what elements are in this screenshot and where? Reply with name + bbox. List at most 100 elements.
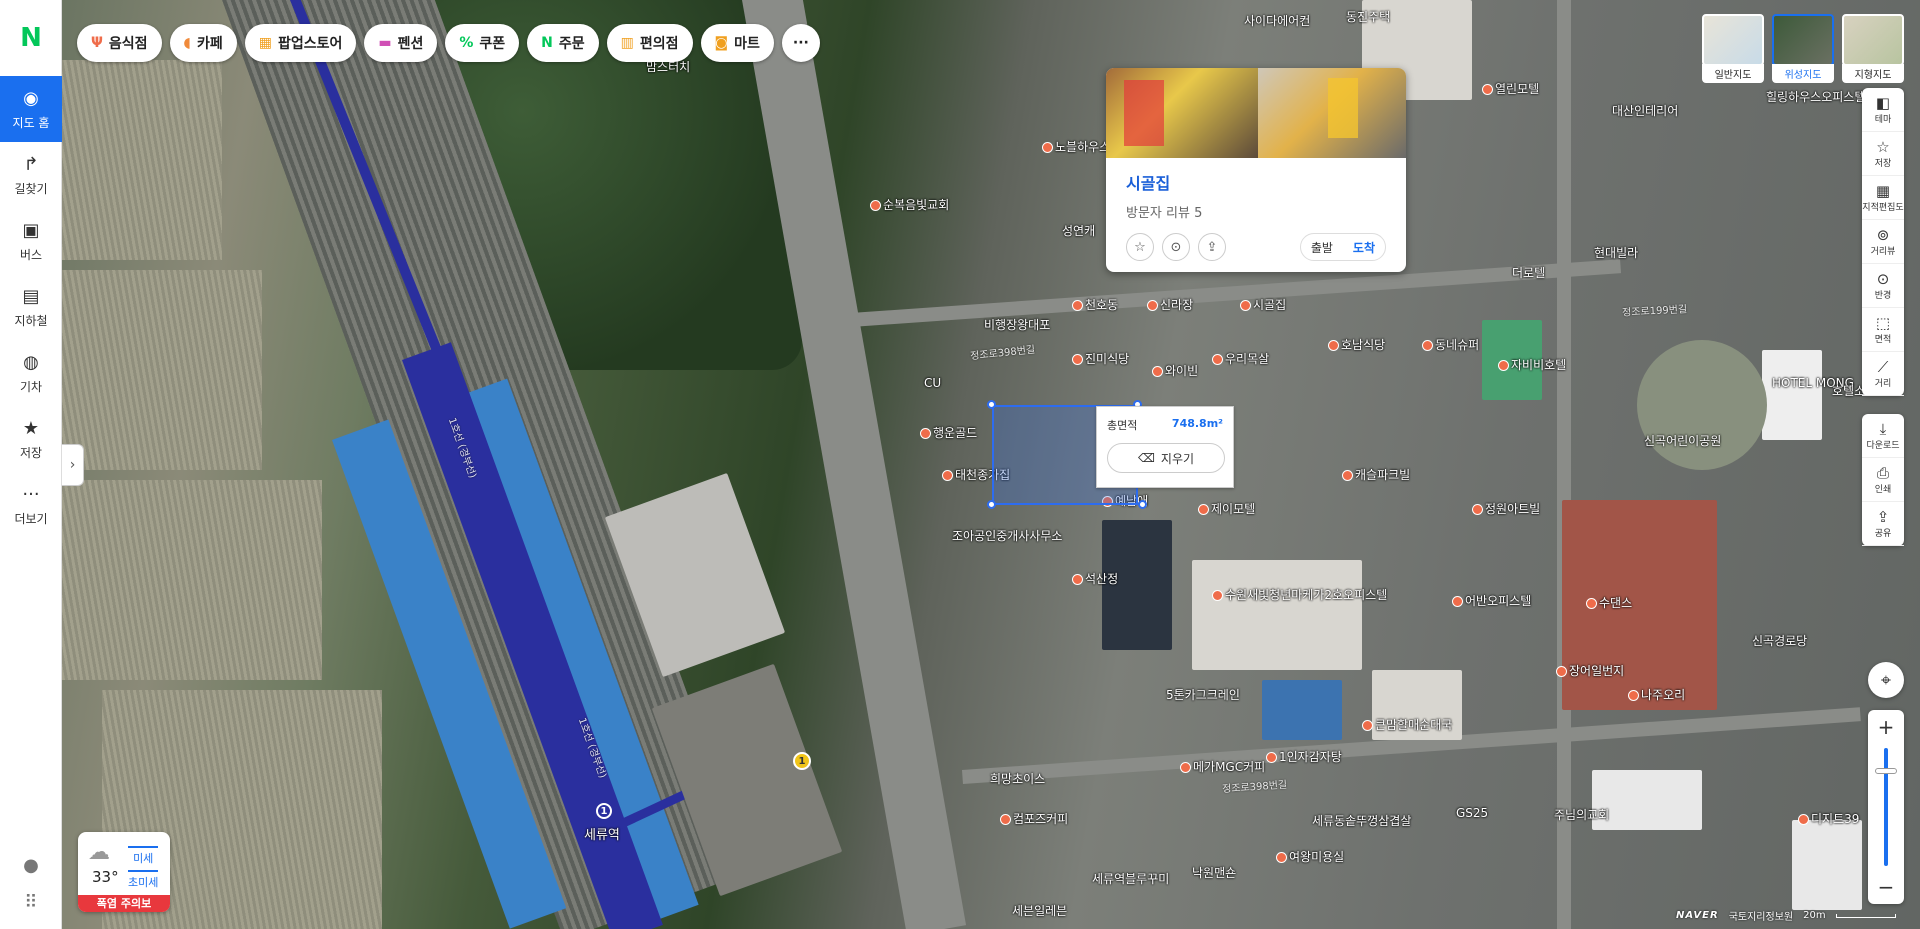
poi-label[interactable]: 동진주택	[1346, 8, 1390, 25]
poi-label[interactable]: 자비비호텔	[1498, 356, 1566, 373]
nav-map-home[interactable]: ◉ 지도 홈	[0, 76, 62, 142]
poi-label[interactable]: 현대빌라	[1594, 244, 1638, 261]
tool-theme[interactable]: ◧ 테마	[1862, 88, 1904, 132]
polygon-vertex[interactable]	[1138, 500, 1147, 509]
poi-label[interactable]: 캐슬파크빌	[1342, 466, 1410, 483]
tool-print[interactable]: ⎙ 인쇄	[1862, 458, 1904, 502]
poi-label[interactable]: 노블하우스	[1042, 138, 1110, 155]
poi-label[interactable]: 낙원맨숀	[1192, 864, 1236, 881]
tool-distance[interactable]: ⟋ 거리	[1862, 352, 1904, 396]
apps-grid-icon[interactable]: ⠿	[24, 892, 37, 913]
poi-label[interactable]: 순복음빛교회	[870, 196, 949, 213]
tool-save[interactable]: ☆ 저장	[1862, 132, 1904, 176]
poi-label[interactable]: 정원아트빌	[1472, 500, 1540, 517]
chip-order[interactable]: N 주문	[527, 24, 599, 62]
chip-pension[interactable]: ▬ 펜션	[364, 24, 438, 62]
poi-label[interactable]: 5톤카그크레인	[1166, 686, 1240, 703]
place-popup-card[interactable]: 시골집 방문자 리뷰 5 ☆ ⊙ ⇪ 출발 도착	[1106, 68, 1406, 272]
poi-label[interactable]: 수원새빛청년마케가2호오피스텔	[1212, 586, 1387, 603]
poi-label[interactable]: 동네슈퍼	[1422, 336, 1479, 353]
poi-label[interactable]: 메가MGC커피	[1180, 758, 1265, 775]
poi-label[interactable]: 호남식당	[1328, 336, 1385, 353]
place-name[interactable]: 시골집	[1126, 170, 1386, 194]
poi-label[interactable]: 진미식당	[1072, 350, 1129, 367]
nav-subway[interactable]: ▤ 지하철	[0, 274, 62, 340]
zoom-slider-track[interactable]	[1884, 748, 1888, 866]
poi-label[interactable]: 성연캐	[1062, 222, 1095, 239]
poi-label[interactable]: 대산인테리어	[1612, 102, 1678, 119]
place-photo[interactable]	[1258, 68, 1406, 158]
poi-label[interactable]: 신라장	[1147, 296, 1193, 313]
nav-more[interactable]: ··· 더보기	[0, 472, 62, 538]
poi-label[interactable]: 1인자감자탕	[1266, 748, 1342, 765]
nav-saved[interactable]: ★ 저장	[0, 406, 62, 472]
poi-label[interactable]: 신곡경로당	[1752, 632, 1807, 649]
tool-radius[interactable]: ⊙ 반경	[1862, 264, 1904, 308]
current-location-button[interactable]: ⌖	[1868, 662, 1904, 698]
poi-label[interactable]: 힐링하우스오피스텔	[1766, 88, 1865, 105]
maptype-terrain[interactable]: 지형지도	[1842, 14, 1904, 83]
chip-popup-store[interactable]: ▦ 팝업스토어	[244, 24, 357, 62]
poi-label[interactable]: 사이다에어컨	[1244, 12, 1310, 29]
pin-button[interactable]: ⊙	[1162, 233, 1190, 261]
poi-label[interactable]: 큰맘할매순대국	[1362, 716, 1452, 733]
erase-button[interactable]: ⌫ 지우기	[1107, 443, 1225, 473]
tool-streetview[interactable]: ⊚ 거리뷰	[1862, 220, 1904, 264]
poi-label[interactable]: 와이빈	[1152, 362, 1198, 379]
user-icon[interactable]: ●	[23, 855, 39, 876]
poi-label[interactable]: 조아공인중개사사무소	[952, 527, 1062, 544]
heat-alert-badge[interactable]: 폭염 주의보	[78, 895, 170, 912]
weather-widget[interactable]: ☁ 33° 미세 초미세 폭염 주의보	[78, 832, 170, 912]
poi-label[interactable]: 비행장왕대포	[984, 316, 1050, 333]
tool-area[interactable]: ⬚ 면적	[1862, 308, 1904, 352]
poi-label[interactable]: 시골집	[1240, 296, 1286, 313]
poi-label[interactable]: 수댄스	[1586, 594, 1632, 611]
poi-label[interactable]: 여왕미용실	[1276, 848, 1344, 865]
station-label[interactable]: 세류역	[584, 824, 620, 843]
polygon-vertex[interactable]	[987, 400, 996, 409]
poi-label[interactable]: 석산정	[1072, 570, 1118, 587]
park-label[interactable]: 신곡어린이공원	[1644, 432, 1721, 449]
save-place-button[interactable]: ☆	[1126, 233, 1154, 261]
poi-label[interactable]: 세류동솥뚜껑삼겹살	[1312, 812, 1411, 829]
tool-cadastral[interactable]: ▦ 지적편집도	[1862, 176, 1904, 220]
zoom-slider-handle[interactable]	[1875, 768, 1897, 774]
chip-more-button[interactable]: ···	[781, 24, 820, 62]
chip-convenience[interactable]: ▥ 편의점	[606, 24, 693, 62]
route-start-button[interactable]: 출발	[1301, 239, 1343, 256]
poi-label[interactable]: 희망초이스	[990, 770, 1045, 787]
chip-cafe[interactable]: ◖ 카페	[169, 24, 237, 62]
poi-label[interactable]: 디지트39	[1798, 810, 1859, 827]
naver-logo[interactable]: N	[0, 0, 62, 76]
poi-label[interactable]: 세류역블루꾸미	[1092, 870, 1169, 887]
chip-mart[interactable]: ◙ 마트	[700, 24, 774, 62]
station-exit-marker[interactable]: 1	[793, 752, 811, 770]
route-dest-button[interactable]: 도착	[1343, 239, 1385, 256]
poi-label[interactable]: 장어일번지	[1556, 662, 1624, 679]
subway-station-marker[interactable]: 1	[596, 803, 612, 819]
polygon-vertex[interactable]	[987, 500, 996, 509]
map-canvas[interactable]: 시골집 비행장왕대포 천호동 신라장 진미식당 와이빈 우리목살 행운골드 태천…	[62, 0, 1920, 929]
place-photo[interactable]	[1106, 68, 1258, 158]
zoom-in-button[interactable]: +	[1868, 710, 1904, 744]
nav-directions[interactable]: ↱ 길찾기	[0, 142, 62, 208]
poi-label[interactable]: 제이모텔	[1198, 500, 1255, 517]
nav-train[interactable]: ◍ 기차	[0, 340, 62, 406]
share-button[interactable]: ⇪	[1198, 233, 1226, 261]
poi-label[interactable]: GS25	[1456, 806, 1488, 820]
zoom-out-button[interactable]: −	[1868, 870, 1904, 904]
poi-label[interactable]: 더로텔	[1512, 264, 1545, 281]
poi-label[interactable]: 천호동	[1072, 296, 1118, 313]
poi-label[interactable]: 호텔소	[1832, 382, 1865, 399]
place-photos[interactable]	[1106, 68, 1406, 158]
nav-bus[interactable]: ▣ 버스	[0, 208, 62, 274]
maptype-normal[interactable]: 일반지도	[1702, 14, 1764, 83]
chip-restaurant[interactable]: Ψ 음식점	[77, 24, 162, 62]
panel-expand-button[interactable]: ›	[62, 444, 84, 486]
chip-coupon[interactable]: % 쿠폰	[445, 24, 520, 62]
poi-label[interactable]: 주님의교회	[1554, 806, 1609, 823]
poi-label[interactable]: 어반오피스텔	[1452, 592, 1531, 609]
poi-label[interactable]: 열린모텔	[1482, 80, 1539, 97]
maptype-satellite[interactable]: 위성지도	[1772, 14, 1834, 83]
poi-label[interactable]: 우리목살	[1212, 350, 1269, 367]
